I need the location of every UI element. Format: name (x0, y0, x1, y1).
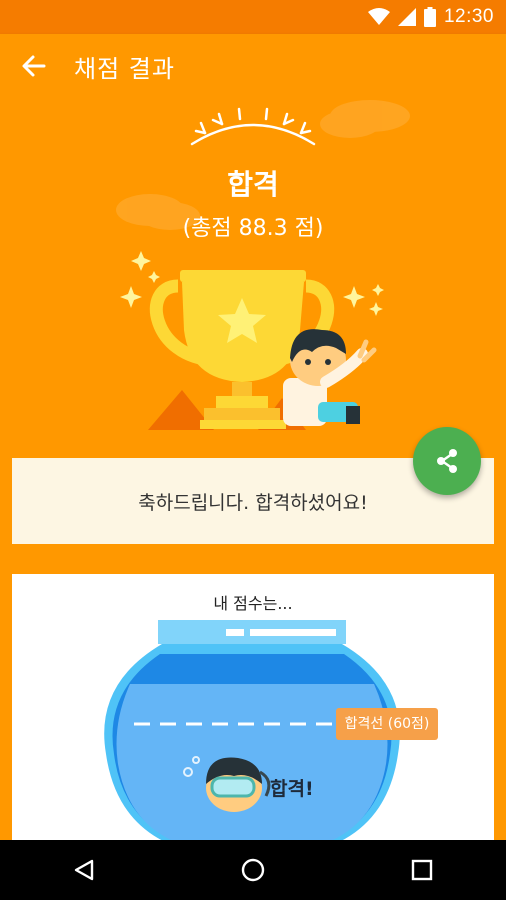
hero-illustration (116, 100, 410, 430)
laurel-icon (190, 107, 316, 146)
share-icon (437, 449, 457, 473)
nav-home-button[interactable] (223, 840, 283, 900)
wifi-icon (367, 8, 390, 25)
congrats-message: 축하드립니다. 합격하셨어요! (138, 491, 368, 514)
navigation-bar (0, 840, 506, 900)
status-bar: 12:30 (0, 0, 506, 34)
battery-icon (423, 7, 436, 27)
pass-line-badge: 합격선 (60점) (336, 708, 438, 740)
circle-home-icon (241, 858, 265, 882)
score-card: 내 점수는... 합격선 (60점) 합격! (12, 574, 494, 854)
app-bar: 채점 결과 (0, 34, 506, 98)
result-title: 합격 (227, 168, 279, 201)
square-recents-icon (411, 859, 432, 881)
boy-character (283, 329, 377, 426)
result-score: (총점 88.3 점) (182, 216, 324, 241)
status-icons: 12:30 (367, 6, 494, 28)
arrow-left-icon (22, 55, 46, 77)
nav-back-button[interactable] (54, 840, 114, 900)
nav-recents-button[interactable] (392, 840, 452, 900)
triangle-back-icon (75, 859, 94, 881)
signal-icon (397, 8, 416, 26)
back-button[interactable] (18, 50, 50, 82)
result-hero: 합격 (총점 88.3 점) (0, 98, 506, 458)
pass-status-label: 합격! (270, 778, 314, 800)
status-time: 12:30 (443, 6, 494, 27)
page-title: 채점 결과 (74, 55, 175, 83)
share-button[interactable] (413, 427, 481, 495)
